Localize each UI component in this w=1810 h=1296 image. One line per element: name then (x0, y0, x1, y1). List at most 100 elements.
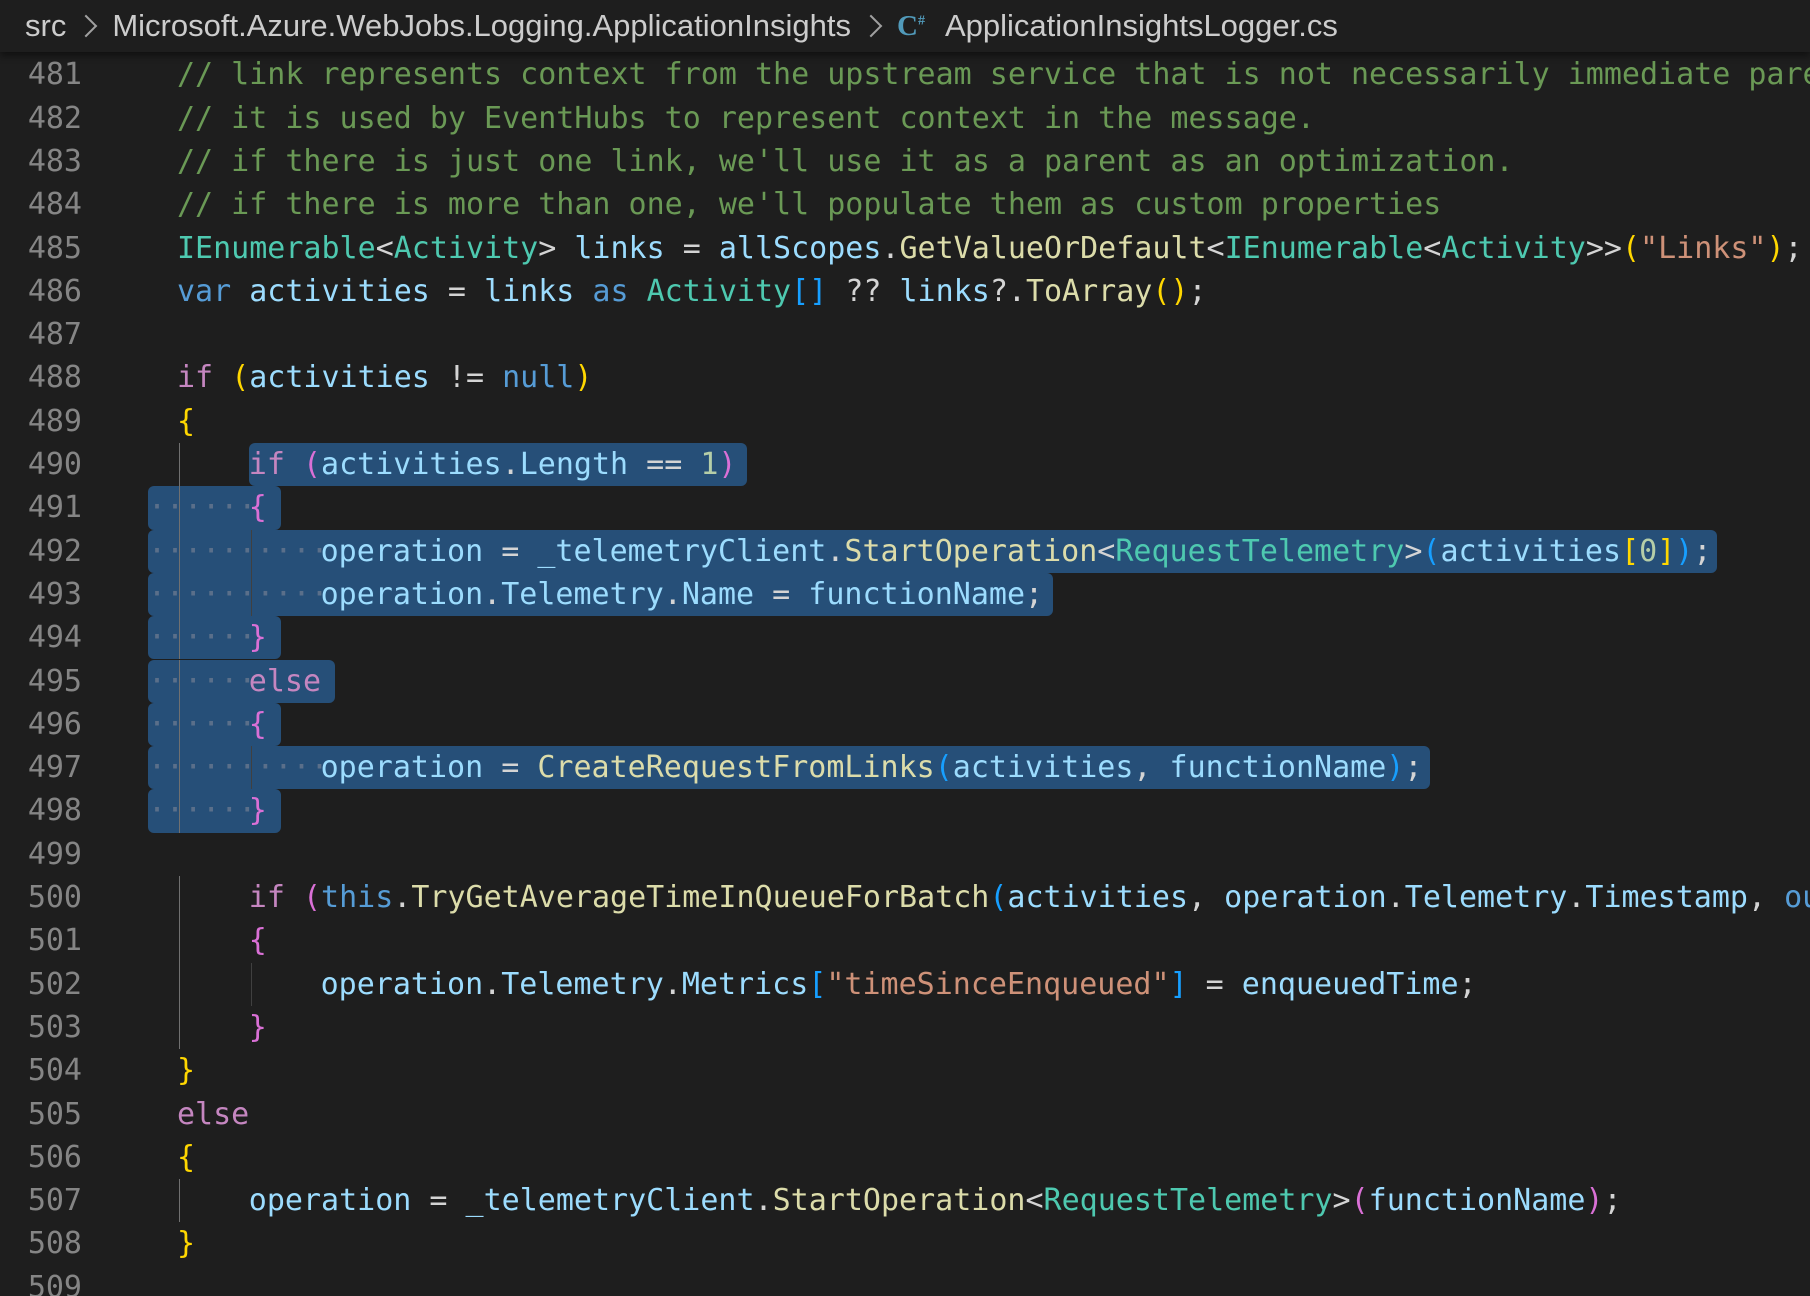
code-token: = (664, 230, 719, 266)
code-text: operation.Telemetry.Metrics["timeSinceEn… (321, 963, 1477, 1006)
code-token: = (483, 533, 538, 569)
breadcrumb-root[interactable]: src (25, 8, 66, 44)
code-token: else (248, 663, 322, 699)
breadcrumb-folder[interactable]: Microsoft.Azure.WebJobs.Logging.Applicat… (112, 8, 851, 44)
code-line[interactable]: 494 ······} (0, 616, 1810, 660)
code-token: activities (321, 447, 502, 482)
code-text: } (177, 1222, 195, 1265)
code-line[interactable]: 499 (0, 833, 1810, 876)
code-token: // link represents context from the upst… (177, 57, 1810, 93)
code-line[interactable]: 487 (0, 313, 1810, 356)
chevron-right-icon (859, 14, 883, 38)
code-line[interactable]: 485 IEnumerable<Activity> links = allScop… (0, 227, 1810, 270)
code-token: [ (808, 966, 827, 1002)
code-token: ; (1693, 533, 1712, 569)
code-token: ) (1766, 230, 1785, 266)
code-token: if (248, 447, 303, 482)
code-token: { (177, 403, 196, 439)
whitespace-dots: ······ (148, 490, 257, 526)
code-line[interactable]: 506 { (0, 1136, 1810, 1179)
code-token: RequestTelemetry (1043, 1183, 1333, 1219)
code-token: operation (320, 966, 484, 1002)
line-number: 495 (27, 663, 82, 699)
code-line[interactable]: 497 ·········· operation = CreateRequestFr… (0, 746, 1810, 790)
code-token: } (248, 1009, 267, 1045)
code-line[interactable]: 500 if (this.TryGetAverageTimeInQueueForB… (0, 876, 1810, 920)
code-text: operation = CreateRequestFromLinks(activ… (321, 746, 1423, 789)
breadcrumb-file[interactable]: ApplicationInsightsLogger.cs (945, 8, 1338, 44)
code-token: _telemetryClient (465, 1183, 755, 1219)
code-line[interactable]: 503} (0, 1005, 1810, 1050)
line-number: 493 (27, 576, 82, 612)
code-line[interactable]: 482 // it is used by EventHubs to represe… (0, 97, 1810, 140)
code-text: operation.Telemetry.Name = functionName; (321, 573, 1044, 616)
code-line[interactable]: 505 else (0, 1093, 1810, 1136)
indent-guide (179, 1179, 180, 1223)
code-token: } (177, 1226, 196, 1262)
indent-guide (250, 962, 252, 1006)
code-line[interactable]: 502 operation.Telemetry.Metrics["timeSinc… (0, 962, 1810, 1006)
code-line[interactable]: 488 if (activities != null) (0, 356, 1810, 399)
code-token: TryGetAverageTimeInQueueForBatch (411, 880, 990, 915)
code-text: // it is used by EventHubs to represent … (177, 97, 1315, 140)
code-token: activities (249, 360, 430, 396)
code-token: GetValueOrDefault (899, 230, 1207, 266)
code-token: Activity (1441, 230, 1586, 266)
code-token: // if there is more than one, we'll popu… (177, 187, 1442, 223)
code-token: Activity (646, 273, 792, 309)
code-token: ; (1603, 1183, 1622, 1219)
code-text: // if there is more than one, we'll popu… (177, 183, 1441, 226)
code-line[interactable]: 493 ·········· operation.Telemetry.Name = … (0, 572, 1810, 617)
code-token: [ (1621, 533, 1640, 569)
code-token: functionName (808, 576, 1026, 612)
code-token: operation (320, 750, 484, 786)
code-text: // link represents context from the upst… (177, 53, 1810, 96)
code-line[interactable]: 490 if (activities.Length == 1) (0, 443, 1810, 487)
line-number: 488 (27, 360, 82, 396)
line-number: 499 (27, 836, 82, 872)
line-number: 481 (27, 57, 82, 93)
line-number: 497 (27, 750, 82, 786)
code-line[interactable]: 498 ······} (0, 789, 1810, 833)
code-token: IEnumerable (1224, 230, 1424, 266)
code-line[interactable]: 495 ······ else (0, 659, 1810, 703)
code-editor[interactable]: 480481// link represents context from th… (0, 0, 1810, 1296)
code-token: . (1567, 880, 1586, 915)
code-token: } (177, 1053, 196, 1089)
code-token: null (502, 360, 575, 396)
line-number: 494 (27, 620, 82, 656)
code-line[interactable]: 489 { (0, 400, 1810, 443)
code-token: ) (1585, 1183, 1604, 1219)
whitespace-dots: ·········· (148, 750, 329, 786)
code-token: ) (574, 360, 593, 396)
code-line[interactable]: 481 // link represents context from the u… (0, 53, 1810, 96)
code-line[interactable]: 483 // if there is just one link, we'll u… (0, 140, 1810, 183)
line-number: 504 (27, 1053, 82, 1089)
code-line[interactable]: 492 ·········· operation = _telemetryClien… (0, 529, 1810, 573)
code-text: else (177, 1093, 249, 1136)
code-line[interactable]: 507 operation = _telemetryClient.StartOpe… (0, 1179, 1810, 1223)
indent-guide (179, 702, 180, 747)
line-number: 508 (27, 1226, 82, 1262)
code-line[interactable]: 501 { (0, 919, 1810, 963)
code-line[interactable]: 484 // if there is more than one, we'll p… (0, 183, 1810, 226)
line-number: 491 (27, 490, 82, 526)
indent-guide (179, 962, 180, 1006)
line-number: 484 (27, 187, 82, 223)
code-token: . (663, 576, 682, 612)
code-line[interactable]: 491 ······{ (0, 486, 1810, 530)
code-token: StartOperation (772, 1183, 1026, 1219)
code-line[interactable]: 508} (0, 1222, 1810, 1265)
code-line[interactable]: 486 var activities = links as Activity[] … (0, 270, 1810, 313)
code-token: ; (1025, 576, 1044, 612)
csharp-file-icon: C# (897, 9, 925, 42)
code-token: Telemetry (501, 966, 664, 1002)
code-line[interactable]: 504} (0, 1049, 1810, 1092)
code-line[interactable]: 509 (0, 1266, 1810, 1296)
code-line[interactable]: 496 ······{ (0, 702, 1810, 747)
line-number: 505 (27, 1096, 82, 1132)
code-token: ?. (989, 273, 1026, 309)
code-token: } (248, 793, 267, 829)
code-token: activities (1007, 880, 1189, 915)
code-text: if (activities.Length == 1) (249, 443, 737, 486)
